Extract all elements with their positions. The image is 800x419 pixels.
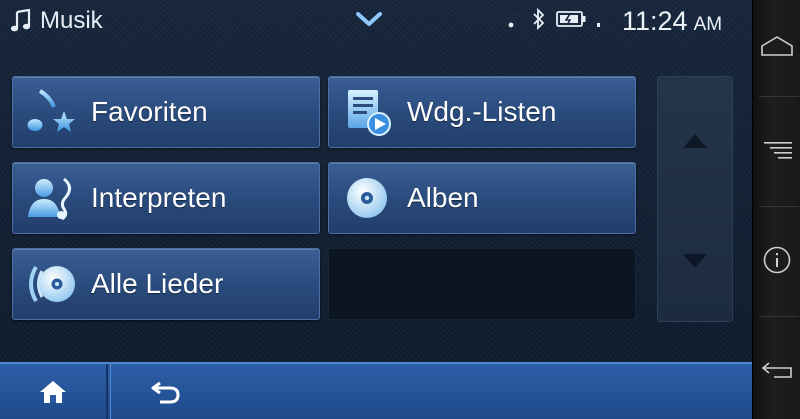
all-songs-icon: [23, 256, 79, 312]
system-separator: [759, 96, 799, 97]
bluetooth-icon: [533, 8, 545, 30]
album-disc-icon: [339, 170, 395, 226]
favoriten-label: Favoriten: [91, 96, 208, 127]
signal-icon: [597, 23, 600, 27]
home-outline-icon: [761, 36, 793, 56]
wdg-listen-label: Wdg.-Listen: [407, 96, 557, 127]
chevron-down-icon: [356, 12, 382, 26]
music-star-icon: [23, 84, 79, 140]
main-screen: Musik 11:24 AM Favoriten Wdg.-Listen Int…: [0, 0, 752, 419]
system-return-button[interactable]: [753, 350, 800, 390]
interpreten-label: Interpreten: [91, 182, 227, 213]
triangle-up-icon[interactable]: [682, 133, 708, 154]
home-icon: [40, 380, 66, 403]
wifi-icon: [501, 11, 521, 28]
scroll-panel: [657, 76, 733, 322]
clock-ampm: AM: [693, 14, 723, 35]
notification-expand[interactable]: [355, 10, 383, 33]
app-title: Musik: [40, 7, 103, 34]
home-button[interactable]: [0, 364, 108, 419]
alben-button[interactable]: Alben: [328, 162, 636, 234]
alle-lieder-button[interactable]: Alle Lieder: [12, 248, 320, 320]
menu-lines-icon: [764, 142, 792, 159]
system-separator: [759, 316, 799, 317]
status-icons: [500, 8, 606, 30]
system-home-button[interactable]: [753, 26, 800, 66]
status-bar: Musik 11:24 AM: [0, 0, 752, 44]
app-title-area: Musik: [10, 6, 103, 36]
info-icon: [763, 246, 791, 274]
favoriten-button[interactable]: Favoriten: [12, 76, 320, 148]
return-icon: [761, 362, 792, 378]
back-button[interactable]: [110, 364, 220, 419]
playlist-icon: [339, 84, 395, 140]
system-button-column: [752, 0, 800, 419]
music-note-icon: [10, 9, 31, 32]
alle-lieder-label: Alle Lieder: [91, 268, 224, 299]
interpreten-button[interactable]: Interpreten: [12, 162, 320, 234]
battery-icon: [556, 11, 586, 27]
artist-icon: [23, 170, 79, 226]
alben-label: Alben: [407, 182, 479, 213]
system-separator: [759, 206, 799, 207]
empty-grid-cell: [328, 248, 636, 320]
back-arrow-icon: [151, 381, 180, 403]
system-info-button[interactable]: [753, 240, 800, 280]
bottom-bar: [0, 362, 752, 419]
clock-time: 11:24: [622, 6, 688, 36]
system-menu-button[interactable]: [753, 130, 800, 170]
wdg-listen-button[interactable]: Wdg.-Listen: [328, 76, 636, 148]
triangle-down-icon[interactable]: [682, 253, 708, 274]
clock: 11:24 AM: [622, 6, 722, 37]
